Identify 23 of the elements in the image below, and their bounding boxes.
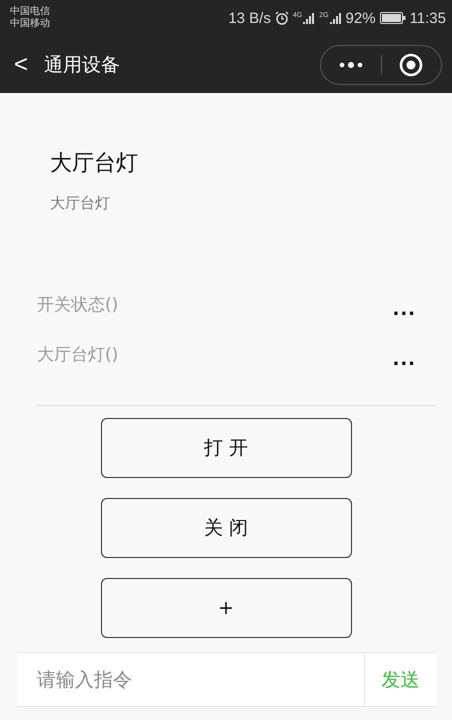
target-icon bbox=[399, 52, 424, 76]
clock-time: 11:35 bbox=[410, 10, 446, 26]
property-label: 大厅台灯() bbox=[37, 344, 118, 367]
property-label: 开关状态() bbox=[37, 294, 118, 317]
alarm-icon bbox=[274, 11, 289, 25]
network-speed: 13 B/s bbox=[228, 10, 271, 26]
property-value: ... bbox=[392, 299, 416, 322]
device-subtitle: 大厅台灯 bbox=[50, 194, 111, 213]
carrier-name: 中国电信 bbox=[10, 6, 50, 18]
property-value: ... bbox=[392, 349, 416, 372]
device-name: 大厅台灯 bbox=[50, 150, 139, 178]
more-icon bbox=[338, 60, 363, 68]
back-button[interactable]: < bbox=[14, 50, 28, 78]
battery-percent: 92% bbox=[346, 10, 376, 26]
command-button[interactable]: 关 闭 bbox=[100, 498, 352, 558]
command-input[interactable]: 请输入指令 bbox=[17, 652, 364, 707]
battery-icon bbox=[380, 12, 406, 24]
carrier-name: 中国移动 bbox=[10, 18, 50, 30]
signal-icon bbox=[303, 12, 316, 24]
signal-icon bbox=[330, 12, 342, 24]
command-button[interactable]: + bbox=[100, 578, 352, 638]
command-button[interactable]: 打 开 bbox=[100, 418, 352, 478]
page-title: 通用设备 bbox=[44, 52, 122, 78]
